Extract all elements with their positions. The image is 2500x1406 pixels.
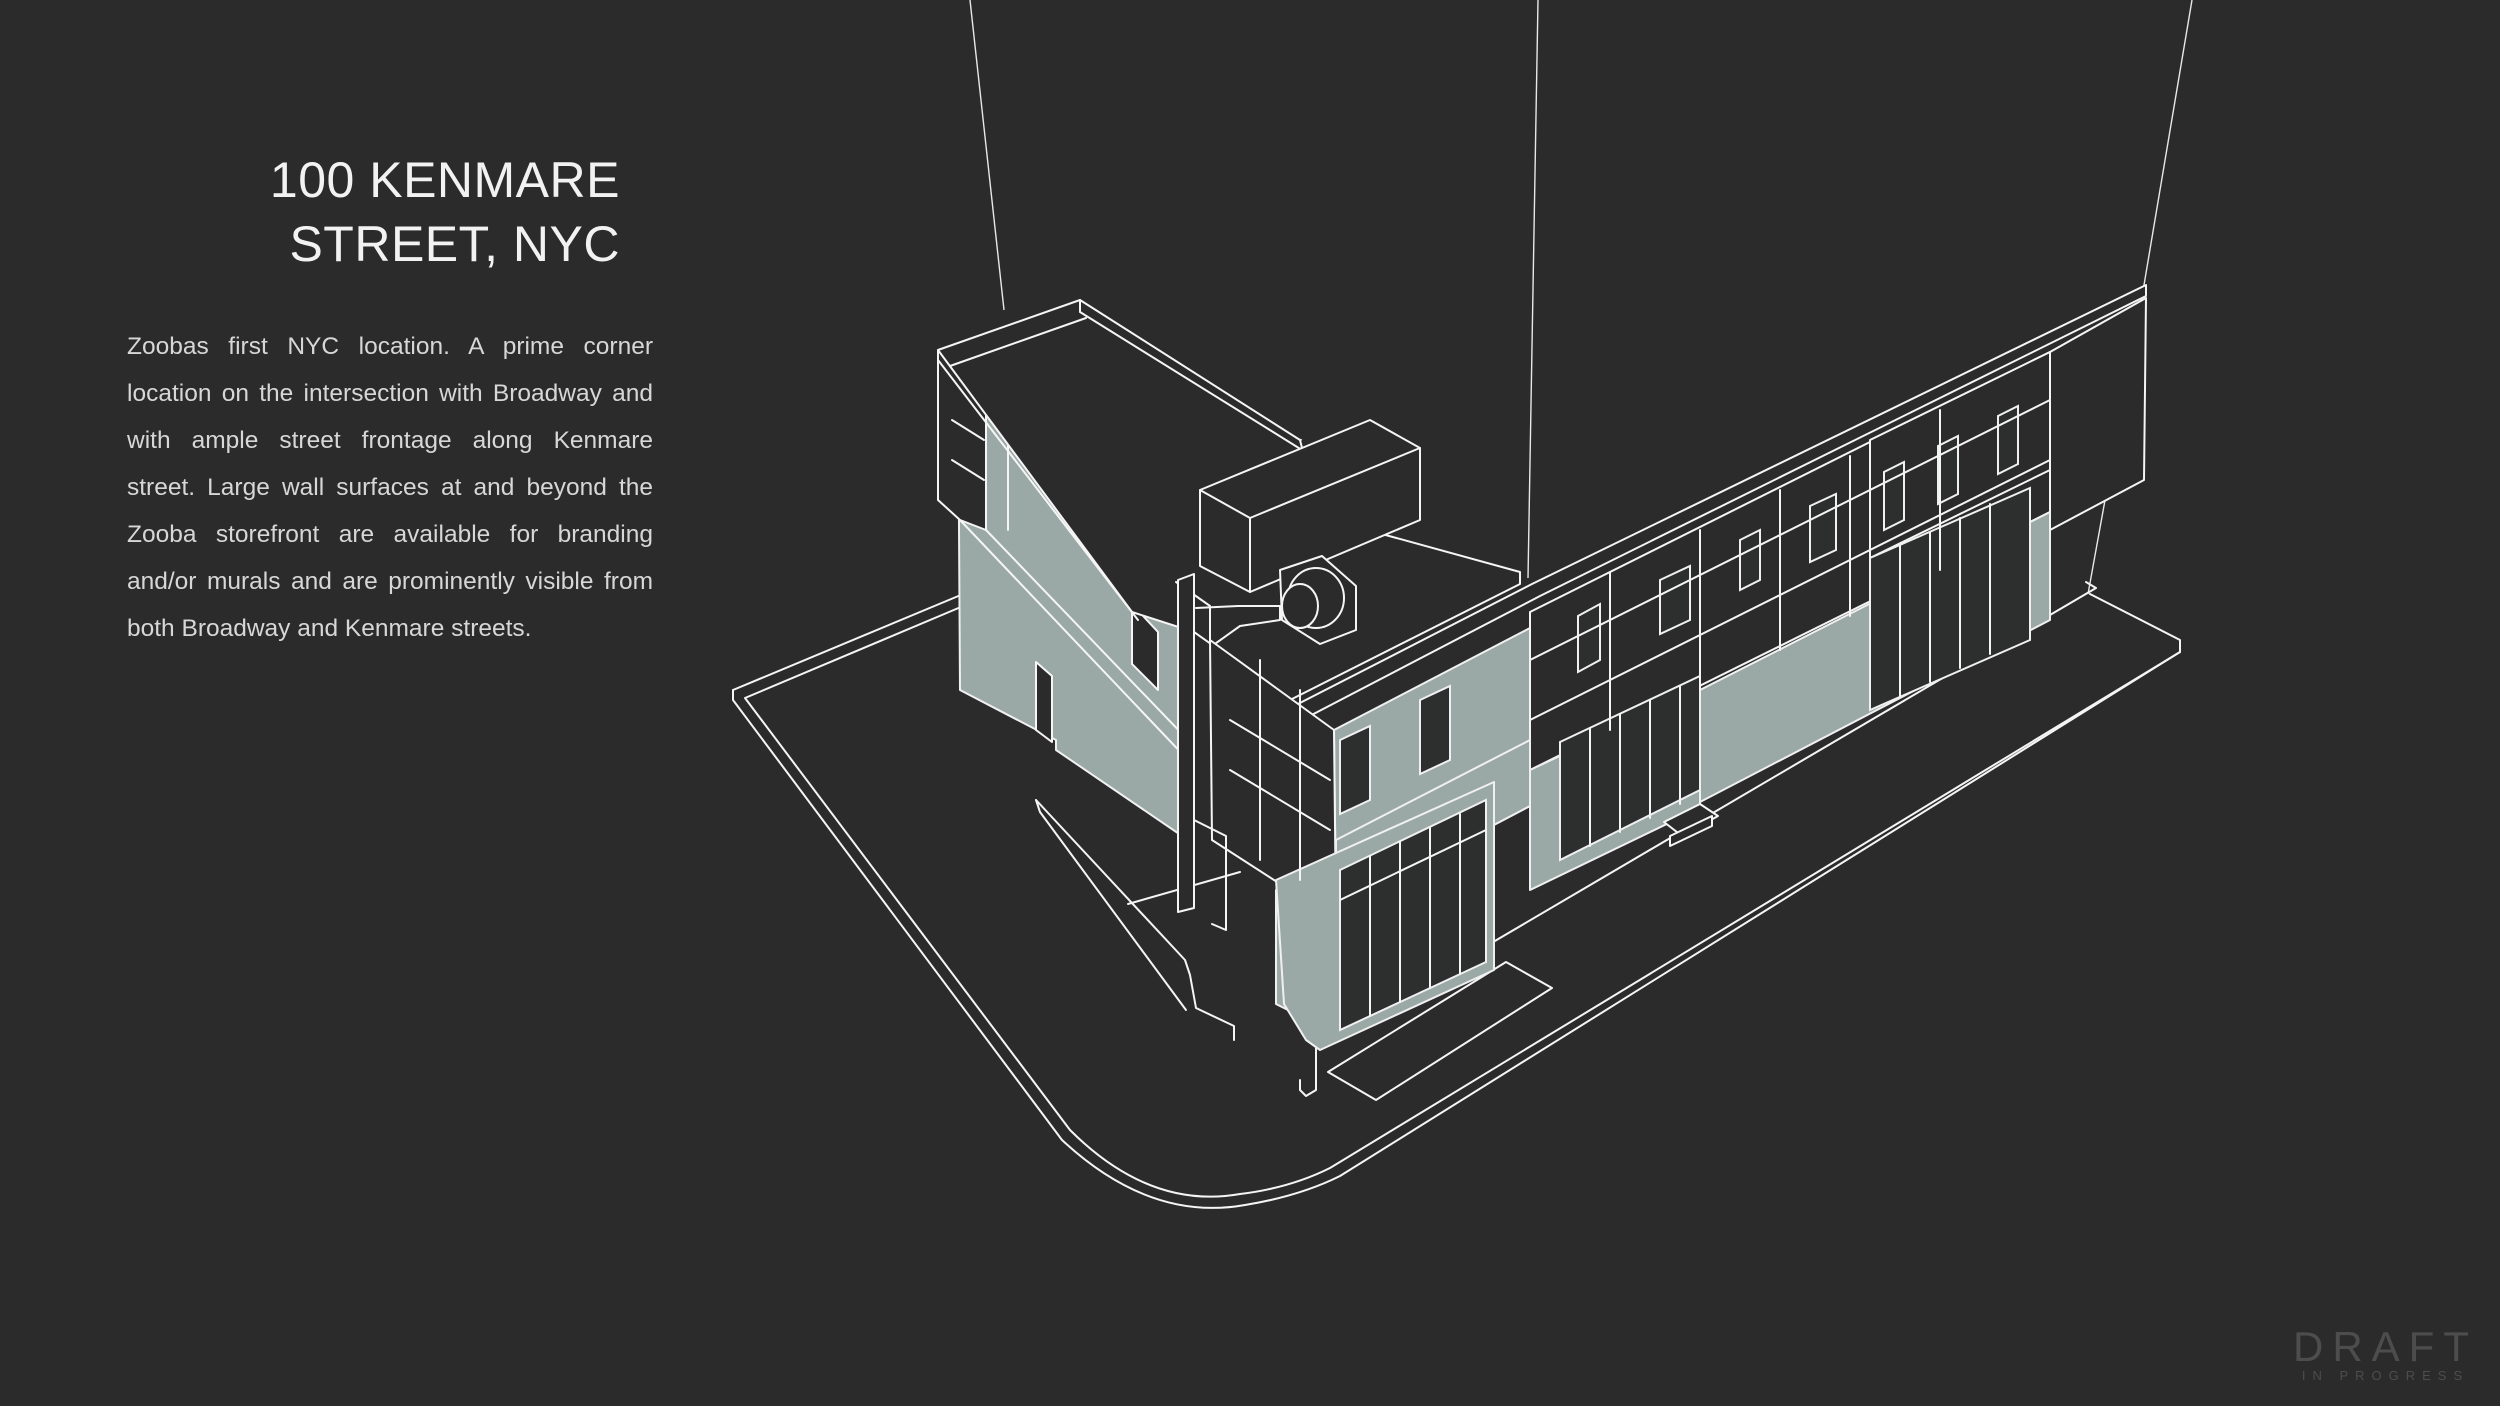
- page: 100 KENMARE STREET, NYC Zoobas first NYC…: [0, 0, 2500, 1406]
- draft-watermark: DRAFT IN PROGRESS: [2293, 1326, 2478, 1384]
- description-text: Zoobas first NYC location. A prime corne…: [127, 333, 653, 642]
- watermark-sub-text: IN PROGRESS: [2301, 1368, 2470, 1383]
- watermark-main-text: DRAFT: [2293, 1323, 2478, 1370]
- title-block: 100 KENMARE STREET, NYC: [270, 148, 620, 276]
- page-title-line-2: STREET, NYC: [289, 216, 620, 272]
- page-title-line-1: 100 KENMARE: [269, 152, 620, 208]
